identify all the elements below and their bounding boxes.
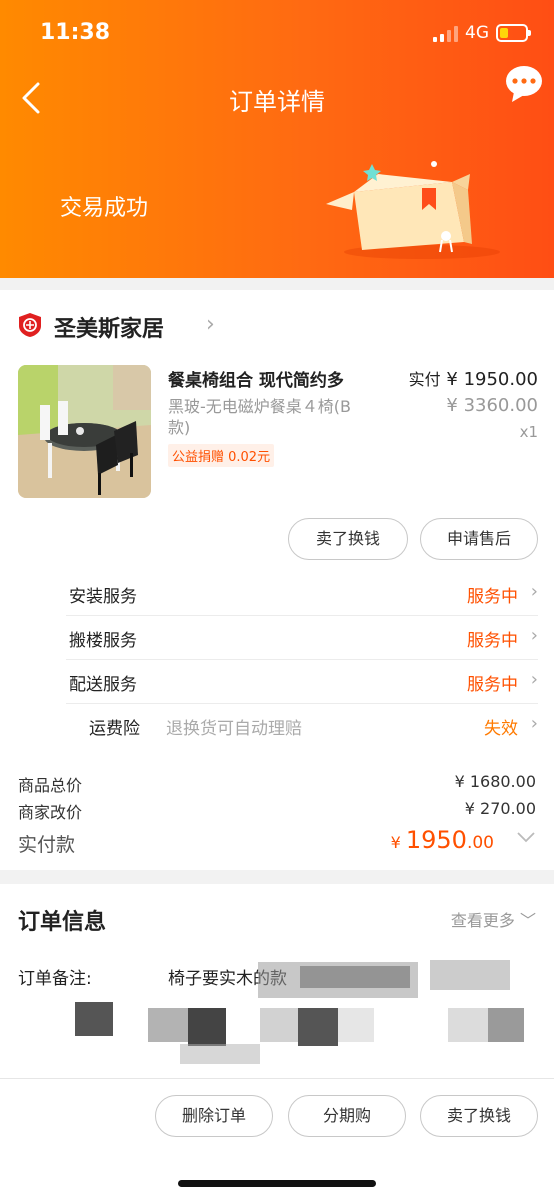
product-name[interactable]: 餐桌椅组合 现代简约多: [168, 366, 344, 391]
seller-adjust-label: 商家改价: [18, 803, 83, 822]
chevron-right-icon: ›: [530, 625, 538, 646]
chevron-right-icon: ›: [530, 581, 538, 602]
service-row-delivery[interactable]: 配送服务 服务中 ›: [66, 660, 538, 704]
sell-order-button[interactable]: 卖了换钱: [420, 1095, 538, 1137]
paid-total-label: 实付款: [18, 834, 76, 856]
signal-icon: [433, 26, 461, 42]
network-label: 4G: [465, 23, 489, 43]
chevron-right-icon: ›: [530, 669, 538, 690]
shop-name: 圣美斯家居: [54, 317, 165, 342]
charity-badge: 公益捐赠 0.02元: [168, 444, 275, 467]
seller-adjust-value: ¥ 270.00: [464, 799, 536, 818]
product-thumbnail[interactable]: [18, 365, 151, 498]
paid-price: 实付 ¥ 1950.00: [409, 366, 538, 390]
order-info-title: 订单信息: [18, 910, 107, 935]
product-spec: 黑玻-无电磁炉餐桌４椅(B款): [168, 397, 351, 437]
original-price: ¥ 3360.00: [446, 395, 538, 416]
paid-total-value: ¥ 1950.00: [390, 826, 494, 854]
after-sale-button[interactable]: 申请售后: [420, 518, 538, 560]
service-label: 搬楼服务: [69, 631, 137, 651]
order-header: 11:38 4G 订单详情 交易成功: [0, 0, 554, 278]
order-card: 圣美斯家居 › 餐桌椅组合 现代简约多 黑玻-无电磁炉餐桌４椅(B款) 公益捐赠…: [0, 290, 554, 870]
chevron-down-icon: ﹀: [519, 911, 536, 930]
service-label: 安装服务: [69, 587, 137, 607]
service-label: 配送服务: [69, 675, 137, 695]
home-indicator[interactable]: [178, 1180, 376, 1187]
page-title: 订单详情: [229, 88, 325, 116]
paid-price-value: ¥ 1950.00: [446, 369, 538, 390]
delete-order-button[interactable]: 删除订单: [155, 1095, 273, 1137]
service-row-install[interactable]: 安装服务 服务中 ›: [66, 572, 538, 616]
paid-price-label: 实付: [408, 370, 441, 389]
service-desc: 退换货可自动理赔: [166, 719, 302, 739]
installment-button[interactable]: 分期购: [288, 1095, 406, 1137]
service-status: 服务中: [467, 631, 518, 651]
goods-total-value: ¥ 1680.00: [454, 772, 536, 791]
product-quantity: x1: [519, 423, 538, 441]
chevron-right-icon: ›: [206, 312, 215, 337]
status-time: 11:38: [40, 20, 111, 45]
sell-item-button[interactable]: 卖了换钱: [288, 518, 408, 560]
redacted-content: [75, 960, 524, 1064]
status-bar: 11:38 4G: [0, 18, 554, 52]
service-label: 运费险: [89, 719, 140, 739]
service-status: 服务中: [467, 675, 518, 695]
goods-total-label: 商品总价: [18, 776, 83, 795]
battery-icon: [496, 24, 531, 42]
view-more-label: 查看更多: [450, 911, 515, 930]
shop-logo-icon: [19, 313, 41, 337]
view-more-link[interactable]: 查看更多 ﹀: [451, 907, 536, 931]
chevron-right-icon: ›: [530, 713, 538, 734]
service-row-carry[interactable]: 搬楼服务 服务中 ›: [66, 616, 538, 660]
chat-bubble-icon[interactable]: [504, 64, 544, 104]
service-row-freight-insurance[interactable]: 运费险 退换货可自动理赔 失效 ›: [66, 704, 538, 748]
order-status-text: 交易成功: [60, 196, 149, 221]
package-illustration: [326, 161, 500, 259]
service-status: 失效: [484, 719, 518, 739]
chevron-down-icon[interactable]: [516, 830, 536, 844]
service-status: 服务中: [467, 587, 518, 607]
